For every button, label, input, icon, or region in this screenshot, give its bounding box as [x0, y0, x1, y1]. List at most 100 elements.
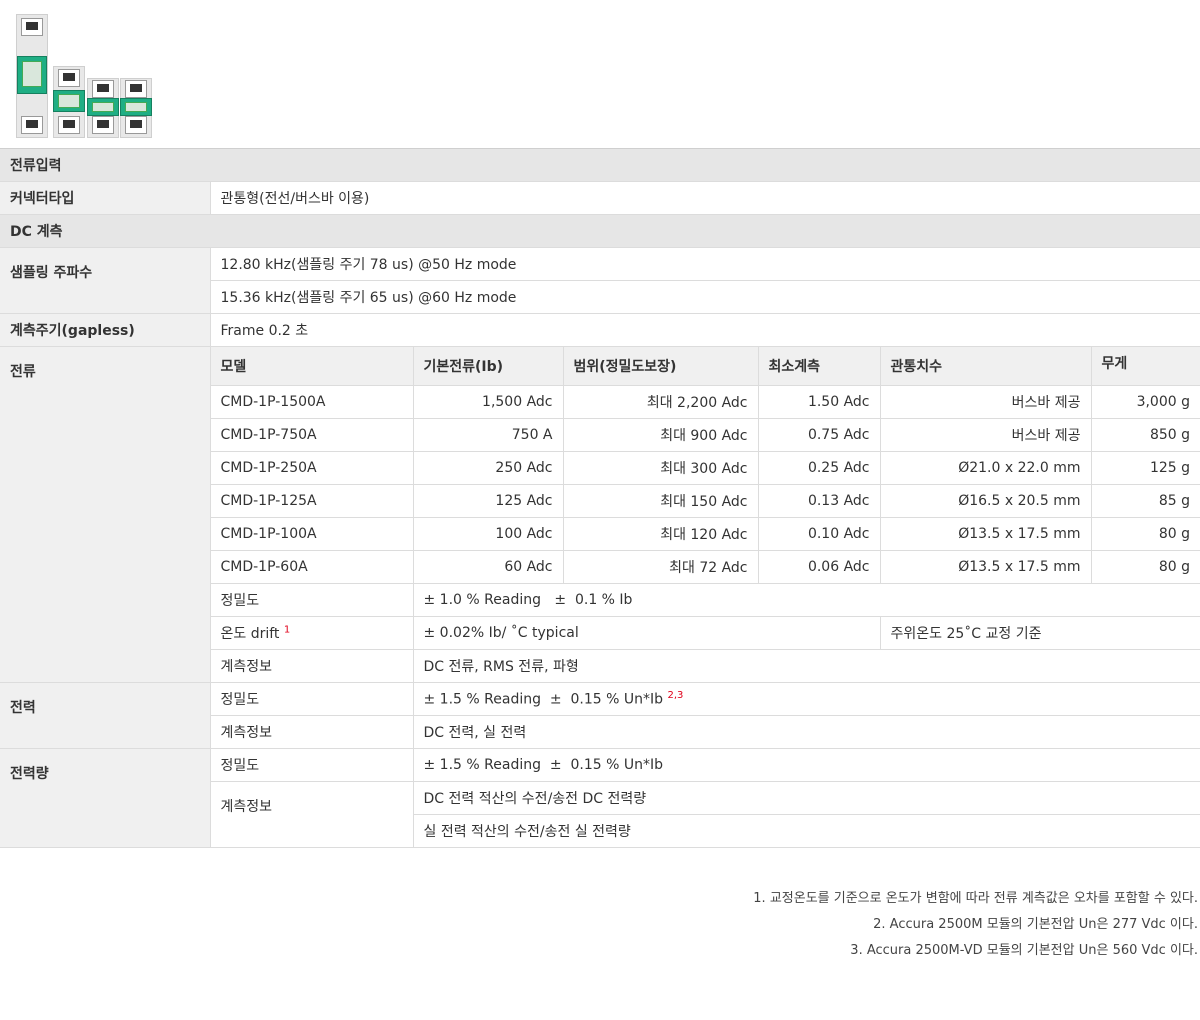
range-cell: 최대 120 Adc [563, 517, 759, 551]
row-label: 전력량 [0, 748, 211, 848]
through-size-cell: Ø13.5 x 17.5 mm [880, 550, 1092, 584]
energy-accuracy: ± 1.5 % Reading ± 0.15 % Un*Ib [413, 748, 1200, 782]
column-header: 기본전류(Ib) [413, 346, 564, 386]
range-cell: 최대 900 Adc [563, 418, 759, 452]
display-panel [53, 90, 85, 112]
table-row: 전력 정밀도 ± 1.5 % Reading ± 0.15 % Un*Ib 2,… [0, 682, 1200, 749]
min-measure-cell: 0.75 Adc [758, 418, 881, 452]
footnote: 1. 교정온도를 기준으로 온도가 변함에 따라 전류 계측값은 오차를 포함할… [753, 891, 1198, 906]
column-header: 무게 [1091, 346, 1200, 386]
min-measure-cell: 0.10 Adc [758, 517, 881, 551]
spec-table: 전류입력 커넥터타입 관통형(전선/버스바 이용) DC 계측 샘플링 주파수 … [0, 148, 1200, 848]
cycle-value: Frame 0.2 초 [210, 313, 1200, 347]
footnotes: 1. 교정온도를 기준으로 온도가 변함에 따라 전류 계측값은 오차를 포함할… [753, 886, 1198, 964]
through-size-cell: 버스바 제공 [880, 385, 1092, 419]
weight-cell: 80 g [1091, 517, 1200, 551]
section-current-input: 전류입력 [0, 148, 1200, 182]
sub-label: 온도 drift 1 [210, 616, 414, 650]
power-accuracy: ± 1.5 % Reading ± 0.15 % Un*Ib [423, 691, 664, 708]
column-header: 모델 [210, 346, 414, 386]
rj45-port-icon [21, 18, 43, 36]
sub-label: 계측정보 [210, 649, 414, 683]
product-image [0, 0, 1200, 148]
rj45-port-icon [21, 116, 43, 134]
footnote-ref: 1 [283, 624, 291, 636]
model-cell: CMD-1P-750A [210, 418, 414, 452]
model-cell: CMD-1P-125A [210, 484, 414, 518]
sub-label: 정밀도 [210, 682, 414, 716]
table-row: 전력량 정밀도 ± 1.5 % Reading ± 0.15 % Un*Ib [0, 748, 1200, 848]
rj45-port-icon [125, 80, 147, 98]
display-panel [87, 98, 119, 116]
table-row: 계측주기(gapless) Frame 0.2 초 [0, 313, 1200, 347]
row-label: 전력 [0, 682, 211, 749]
rj45-port-icon [58, 116, 80, 134]
min-measure-cell: 0.06 Adc [758, 550, 881, 584]
rj45-port-icon [125, 116, 147, 134]
table-row: 샘플링 주파수 12.80 kHz(샘플링 주기 78 us) @50 Hz m… [0, 247, 1200, 314]
weight-cell: 80 g [1091, 550, 1200, 584]
model-cell: CMD-1P-250A [210, 451, 414, 485]
footnote: 3. Accura 2500M-VD 모듈의 기본전압 Un은 560 Vdc … [850, 943, 1198, 958]
sub-label: 정밀도 [210, 748, 414, 782]
row-label: 계측주기(gapless) [0, 313, 211, 347]
column-header: 관통치수 [880, 346, 1092, 386]
row-label: 커넥터타입 [0, 181, 211, 215]
rj45-port-icon [92, 80, 114, 98]
footnote: 2. Accura 2500M 모듈의 기본전압 Un은 277 Vdc 이다. [873, 917, 1198, 932]
energy-info: 실 전력 적산의 수전/송전 실 전력량 [413, 814, 1200, 848]
min-measure-cell: 1.50 Adc [758, 385, 881, 419]
table-row: 커넥터타입 관통형(전선/버스바 이용) [0, 181, 1200, 215]
range-cell: 최대 2,200 Adc [563, 385, 759, 419]
rj45-port-icon [58, 69, 80, 87]
drift-label: 온도 drift [220, 626, 280, 642]
drift-value: ± 0.02% Ib/ ˚C typical [413, 616, 881, 650]
weight-cell: 3,000 g [1091, 385, 1200, 419]
section-header: 전류입력 [0, 148, 1200, 182]
base-current-cell: 250 Adc [413, 451, 564, 485]
table-header-row: 전류 모델 기본전류(Ib) 범위(정밀도보장) 최소계측 관통치수 무게 [0, 346, 1200, 683]
power-accuracy-cell: ± 1.5 % Reading ± 0.15 % Un*Ib 2,3 [413, 682, 1200, 716]
through-size-cell: Ø13.5 x 17.5 mm [880, 517, 1092, 551]
current-info: DC 전류, RMS 전류, 파형 [413, 649, 1200, 683]
section-header: DC 계측 [0, 214, 1200, 248]
base-current-cell: 125 Adc [413, 484, 564, 518]
display-panel [17, 56, 47, 94]
drift-note: 주위온도 25˚C 교정 기준 [880, 616, 1200, 650]
min-measure-cell: 0.13 Adc [758, 484, 881, 518]
sub-label: 계측정보 [210, 715, 414, 749]
sampling-value: 12.80 kHz(샘플링 주기 78 us) @50 Hz mode [210, 247, 1200, 281]
row-label: 전류 [0, 346, 211, 683]
model-cell: CMD-1P-60A [210, 550, 414, 584]
through-size-cell: 버스바 제공 [880, 418, 1092, 452]
min-measure-cell: 0.25 Adc [758, 451, 881, 485]
weight-cell: 125 g [1091, 451, 1200, 485]
column-header: 범위(정밀도보장) [563, 346, 759, 386]
sub-label: 계측정보 [210, 781, 414, 848]
base-current-cell: 1,500 Adc [413, 385, 564, 419]
row-label: 샘플링 주파수 [0, 247, 211, 314]
model-cell: CMD-1P-1500A [210, 385, 414, 419]
base-current-cell: 100 Adc [413, 517, 564, 551]
energy-info: DC 전력 적산의 수전/송전 DC 전력량 [413, 781, 1200, 815]
connector-value: 관통형(전선/버스바 이용) [210, 181, 1200, 215]
sub-label: 정밀도 [210, 583, 414, 617]
current-accuracy: ± 1.0 % Reading ± 0.1 % Ib [413, 583, 1200, 617]
power-info: DC 전력, 실 전력 [413, 715, 1200, 749]
through-size-cell: Ø16.5 x 20.5 mm [880, 484, 1092, 518]
base-current-cell: 60 Adc [413, 550, 564, 584]
model-cell: CMD-1P-100A [210, 517, 414, 551]
weight-cell: 85 g [1091, 484, 1200, 518]
rj45-port-icon [92, 116, 114, 134]
column-header: 최소계측 [758, 346, 881, 386]
range-cell: 최대 72 Adc [563, 550, 759, 584]
display-panel [120, 98, 152, 116]
through-size-cell: Ø21.0 x 22.0 mm [880, 451, 1092, 485]
sampling-value: 15.36 kHz(샘플링 주기 65 us) @60 Hz mode [210, 280, 1200, 314]
range-cell: 최대 150 Adc [563, 484, 759, 518]
footnote-ref: 2,3 [667, 690, 684, 702]
section-dc-measure: DC 계측 [0, 214, 1200, 248]
base-current-cell: 750 A [413, 418, 564, 452]
range-cell: 최대 300 Adc [563, 451, 759, 485]
weight-cell: 850 g [1091, 418, 1200, 452]
